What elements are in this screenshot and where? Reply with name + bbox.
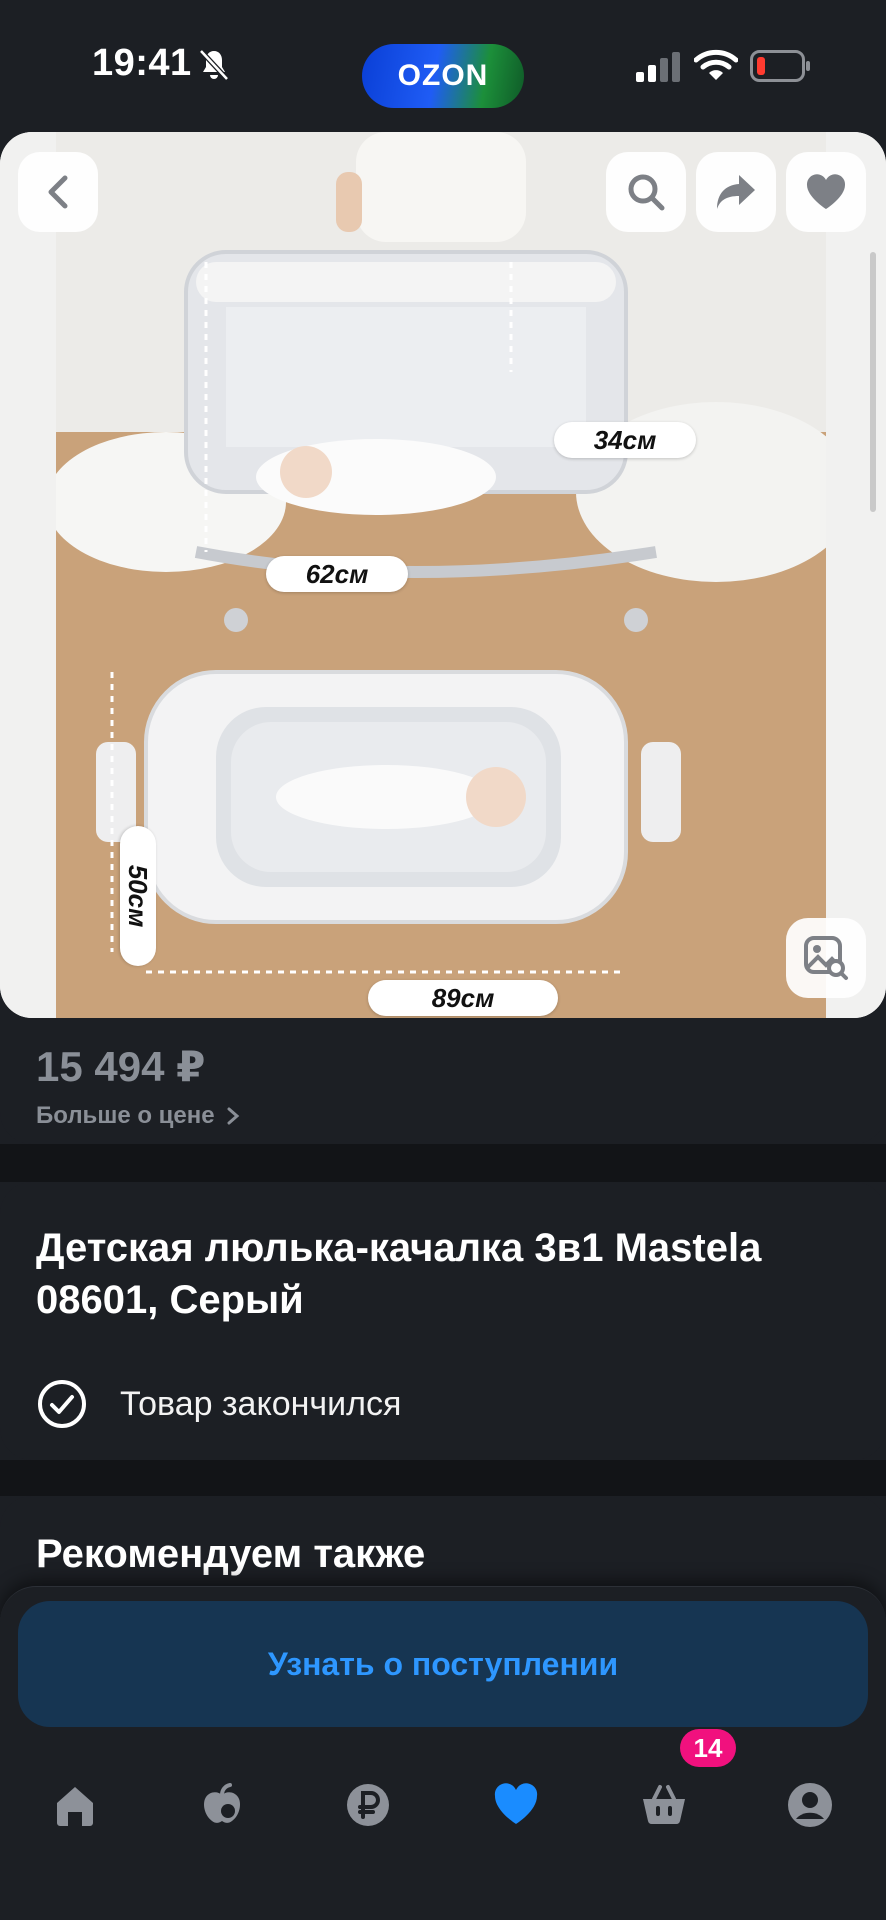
- dimension-label-top-width: 50см: [120, 826, 156, 966]
- tab-home[interactable]: [25, 1755, 125, 1855]
- back-button[interactable]: [18, 152, 98, 232]
- price-more-label: Больше о цене: [36, 1102, 215, 1129]
- image-search-button[interactable]: [786, 918, 866, 998]
- stock-status: Товар закончился: [120, 1384, 402, 1423]
- status-bar: 19:41 OZON: [0, 0, 886, 130]
- product-title: Детская люлька-качалка 3в1 Mastela 08601…: [36, 1226, 762, 1322]
- tab-profile[interactable]: [760, 1755, 860, 1855]
- tab-favorites[interactable]: [466, 1755, 566, 1855]
- search-icon: [628, 174, 665, 211]
- favorite-button[interactable]: [786, 152, 866, 232]
- price-card: 15 494 ₽ Больше о цене: [0, 1018, 886, 1144]
- stock-status-row: Товар закончился: [36, 1378, 401, 1430]
- bell-muted-icon: [199, 49, 229, 81]
- finance-icon: [347, 1784, 389, 1826]
- status-time: 19:41: [92, 42, 192, 84]
- tab-cart[interactable]: [614, 1755, 714, 1855]
- back-icon: [48, 175, 68, 209]
- battery-low-icon: [750, 50, 810, 82]
- share-icon: [717, 175, 755, 209]
- gallery-edge-right: [826, 132, 886, 1018]
- product-page: 19:41 OZON 34см 62см 50см 89см 15 494 ₽ …: [0, 0, 886, 1920]
- cart-count-badge: 14: [680, 1729, 736, 1767]
- check-circle-icon: [38, 1380, 86, 1428]
- cart-icon: [643, 1785, 685, 1825]
- notify-when-available-button[interactable]: Узнать о поступлении: [18, 1601, 868, 1727]
- recommendations-title: Рекомендуем также: [36, 1532, 426, 1576]
- dimension-label-side-width: 62см: [266, 556, 408, 592]
- product-photo[interactable]: [56, 132, 826, 1018]
- gallery-edge-left: [0, 132, 56, 1018]
- section-divider: [0, 1460, 886, 1496]
- heart-icon: [806, 174, 846, 209]
- gallery-scroll-indicator: [870, 252, 876, 512]
- fresh-icon: [204, 1783, 240, 1823]
- search-button[interactable]: [606, 152, 686, 232]
- dimension-label-height: 34см: [554, 422, 696, 458]
- product-info-card: Детская люлька-качалка 3в1 Mastela 08601…: [0, 1182, 886, 1460]
- product-image-gallery[interactable]: 34см 62см 50см 89см: [0, 132, 886, 1018]
- price-more-link[interactable]: Больше о цене: [36, 1102, 241, 1130]
- bottom-action-sheet: Узнать о поступлении 14: [0, 1586, 886, 1920]
- share-button[interactable]: [696, 152, 776, 232]
- favorites-icon: [494, 1783, 538, 1824]
- tab-fresh[interactable]: [172, 1755, 272, 1855]
- tab-finance[interactable]: [318, 1755, 418, 1855]
- wifi-icon: [694, 49, 738, 80]
- dimension-label-length: 89см: [368, 980, 558, 1016]
- chevron-right-icon: [227, 1107, 239, 1125]
- product-price: 15 494 ₽: [36, 1043, 206, 1090]
- ozon-logo: OZON: [362, 44, 524, 108]
- image-search-icon: [804, 936, 848, 980]
- section-divider: [0, 1144, 886, 1182]
- bottom-tab-bar: 14: [0, 1729, 886, 1855]
- home-icon: [57, 1787, 93, 1826]
- profile-icon: [788, 1783, 832, 1827]
- signal-icon: [636, 52, 680, 82]
